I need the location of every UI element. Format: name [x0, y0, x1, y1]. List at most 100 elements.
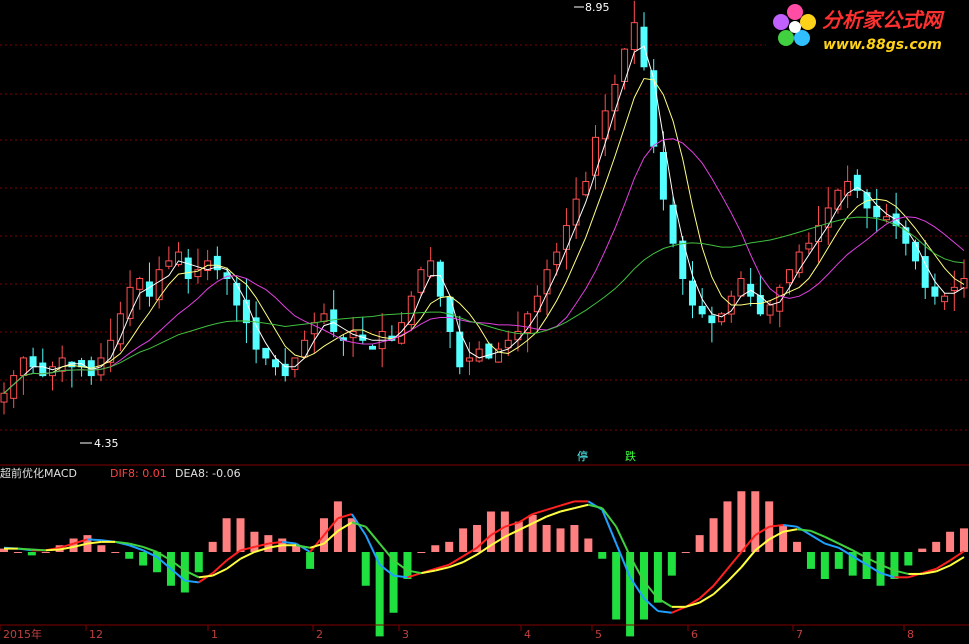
macd-histogram-bar [111, 552, 120, 553]
candle-body [543, 269, 551, 295]
candle-body [136, 278, 144, 290]
logo-title: 分析家公式网 [822, 8, 945, 32]
candle-body [465, 357, 473, 362]
macd-histogram-bar [250, 531, 259, 552]
candle-body [262, 347, 270, 359]
macd-histogram-bar [208, 541, 217, 552]
candle-body [29, 356, 37, 368]
time-label: 4 [524, 628, 531, 641]
candle-body [669, 204, 677, 244]
macd-histogram-bar [125, 552, 134, 559]
candle-body [456, 331, 464, 368]
candle-body [698, 305, 706, 315]
macd-histogram-bar [445, 541, 454, 552]
time-label: 3 [402, 628, 409, 641]
macd-indicator-name: 超前优化MACD [0, 466, 77, 480]
macd-histogram-bar [584, 538, 593, 552]
candle-body [941, 295, 949, 303]
candle-body [785, 269, 793, 284]
candle-body [562, 225, 570, 250]
macd-histogram-bar [528, 514, 537, 552]
candle-body [737, 278, 745, 297]
time-label: 7 [796, 628, 803, 641]
svg-text:4.35: 4.35 [94, 437, 119, 450]
time-label: 1 [211, 628, 218, 641]
candle-body [873, 205, 881, 218]
macd-histogram-bar [27, 552, 36, 556]
candle-body [912, 241, 920, 262]
macd-histogram-bar [626, 552, 635, 637]
dea-line-segment [45, 548, 60, 552]
macd-histogram-bar [793, 541, 802, 552]
signal-stop: 停 [577, 449, 588, 463]
signal-fall: 跌 [625, 449, 636, 463]
macd-histogram-bar [500, 511, 509, 552]
macd-histogram-bar [820, 552, 829, 579]
macd-histogram-bar [403, 552, 412, 579]
candle-body [708, 315, 716, 324]
macd-histogram-bar [834, 552, 843, 569]
candle-body [281, 363, 289, 377]
macd-histogram-bar [194, 552, 203, 573]
candle-body [291, 357, 299, 371]
candle-body [766, 304, 774, 316]
macd-histogram-bar [459, 528, 468, 552]
dif-label: DIF8: 0.01 [110, 467, 167, 480]
macd-histogram-bar [222, 518, 231, 552]
macd-histogram-bar [890, 552, 899, 579]
time-label: 8 [907, 628, 914, 641]
candle-body [553, 251, 561, 266]
candle-body [650, 70, 658, 147]
macd-histogram-bar [751, 491, 760, 552]
macd-histogram-bar [13, 552, 22, 553]
svg-text:8.95: 8.95 [585, 1, 610, 14]
macd-histogram-bar [41, 552, 50, 553]
candle-body [272, 359, 280, 368]
dea-label: DEA8: -0.06 [175, 467, 241, 480]
candle-body [242, 299, 250, 324]
macd-histogram-bar [542, 525, 551, 552]
candle-body [116, 313, 124, 345]
candle-body [611, 83, 619, 112]
candle-body [320, 313, 328, 322]
candle-body [950, 286, 958, 292]
macd-histogram-bar [417, 552, 426, 553]
macd-histogram-bar [236, 518, 245, 552]
candle-body [417, 269, 425, 293]
macd-histogram-bar [431, 545, 440, 552]
stock-chart[interactable]: 2015年 12 1 2 3 4 5 6 7 8 8.95 4.35 停 跌 超前优化MACD D… [0, 0, 969, 644]
macd-histogram-bar [333, 501, 342, 552]
dea-line-segment [31, 548, 46, 552]
macd-histogram-bar [570, 525, 579, 552]
candle-body [630, 22, 638, 51]
candle-body [175, 251, 183, 266]
macd-histogram-bar [960, 528, 968, 552]
macd-histogram-bar [514, 521, 523, 552]
macd-histogram-bar [97, 545, 106, 552]
candle-body [659, 152, 667, 200]
candle-body [524, 313, 532, 334]
macd-histogram-bar [723, 501, 732, 552]
candle-body [58, 357, 66, 372]
candle-body [815, 225, 823, 243]
candle-body [475, 348, 483, 362]
candle-body [688, 280, 696, 306]
macd-histogram-bar [709, 518, 718, 552]
time-label: 2015年 [3, 627, 42, 641]
candle-body [165, 260, 173, 267]
time-label: 2 [316, 628, 323, 641]
site-logo: 分析家公式网 www.88gs.com [766, 0, 969, 56]
candle-body [19, 357, 27, 377]
dea-line-segment [17, 547, 32, 551]
candle-body [592, 136, 600, 176]
time-label: 12 [89, 628, 103, 641]
candle-body [805, 242, 813, 250]
macd-histogram-bar [806, 552, 815, 569]
macd-histogram-bar [612, 552, 621, 620]
dif-line-segment [87, 538, 102, 542]
macd-histogram-bar [361, 552, 370, 586]
candle-body [882, 216, 890, 221]
candle-body [0, 392, 8, 403]
candle-body [582, 180, 590, 196]
macd-histogram-bar [681, 552, 690, 553]
